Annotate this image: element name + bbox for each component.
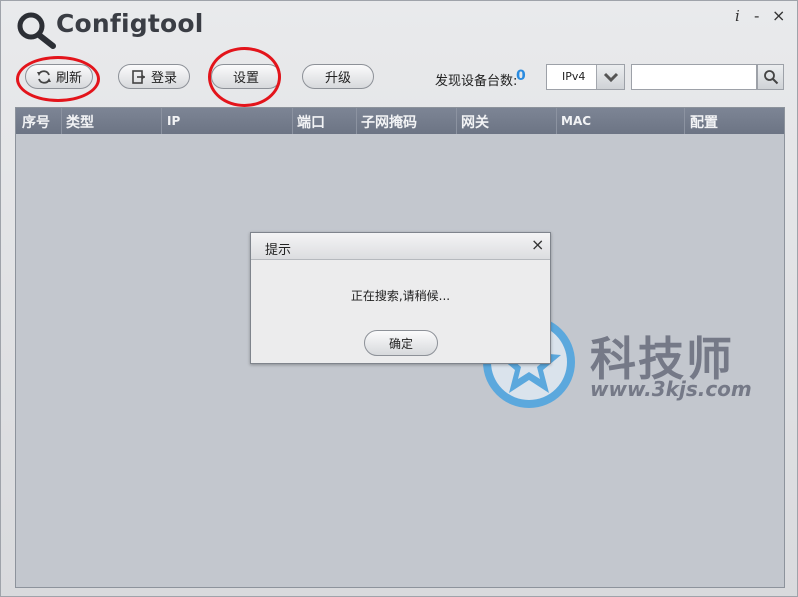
col-type[interactable]: 类型 <box>66 112 94 132</box>
col-mac[interactable]: MAC <box>561 114 591 128</box>
refresh-icon <box>36 69 51 84</box>
search-input[interactable] <box>631 64 757 90</box>
login-button[interactable]: 登录 <box>118 64 190 89</box>
login-label: 登录 <box>150 71 177 86</box>
dialog-close-button[interactable]: × <box>531 235 544 254</box>
dialog-ok-button[interactable]: 确定 <box>364 330 438 356</box>
settings-label: 设置 <box>232 71 259 86</box>
ip-version-value: IPv4 <box>562 70 586 83</box>
close-button[interactable]: × <box>772 7 785 25</box>
found-devices-label: 发现设备台数: <box>435 74 518 89</box>
app-title: Configtool <box>56 9 204 38</box>
search-button[interactable] <box>757 64 784 90</box>
col-gateway[interactable]: 网关 <box>461 112 489 132</box>
refresh-button[interactable]: 刷新 <box>25 64 93 89</box>
col-config[interactable]: 配置 <box>690 112 718 132</box>
found-devices-count: 0 <box>516 68 526 84</box>
col-port[interactable]: 端口 <box>297 112 325 132</box>
col-subnet-mask[interactable]: 子网掩码 <box>361 112 417 132</box>
ip-version-select[interactable]: IPv4 <box>546 64 625 90</box>
dialog-title: 提示 <box>265 243 292 258</box>
dialog-message: 正在搜索,请稍候... <box>350 289 451 303</box>
upgrade-label: 升级 <box>324 71 351 86</box>
dialog-title-bar: 提示 × <box>251 233 550 260</box>
watermark-url: www.3kjs.com <box>590 377 752 401</box>
upgrade-button[interactable]: 升级 <box>302 64 374 89</box>
refresh-label: 刷新 <box>55 71 82 86</box>
minimize-button[interactable]: - <box>754 7 759 25</box>
chevron-down-icon[interactable] <box>596 65 624 89</box>
col-index[interactable]: 序号 <box>22 112 50 132</box>
configtool-window: Configtool i - × 刷新 登录 设置 升级 发现设备台数: 0 I… <box>0 0 798 597</box>
magnifier-logo-icon <box>17 12 56 49</box>
login-icon <box>132 69 145 84</box>
table-header: 序号 类型 IP 端口 子网掩码 网关 MAC 配置 <box>16 108 784 134</box>
title-bar: Configtool i - × <box>1 1 797 51</box>
settings-button[interactable]: 设置 <box>211 64 281 89</box>
search-icon <box>763 70 778 85</box>
col-ip[interactable]: IP <box>167 114 180 128</box>
info-icon[interactable]: i <box>735 7 740 25</box>
searching-dialog: 提示 × 正在搜索,请稍候... 确定 <box>250 232 551 364</box>
